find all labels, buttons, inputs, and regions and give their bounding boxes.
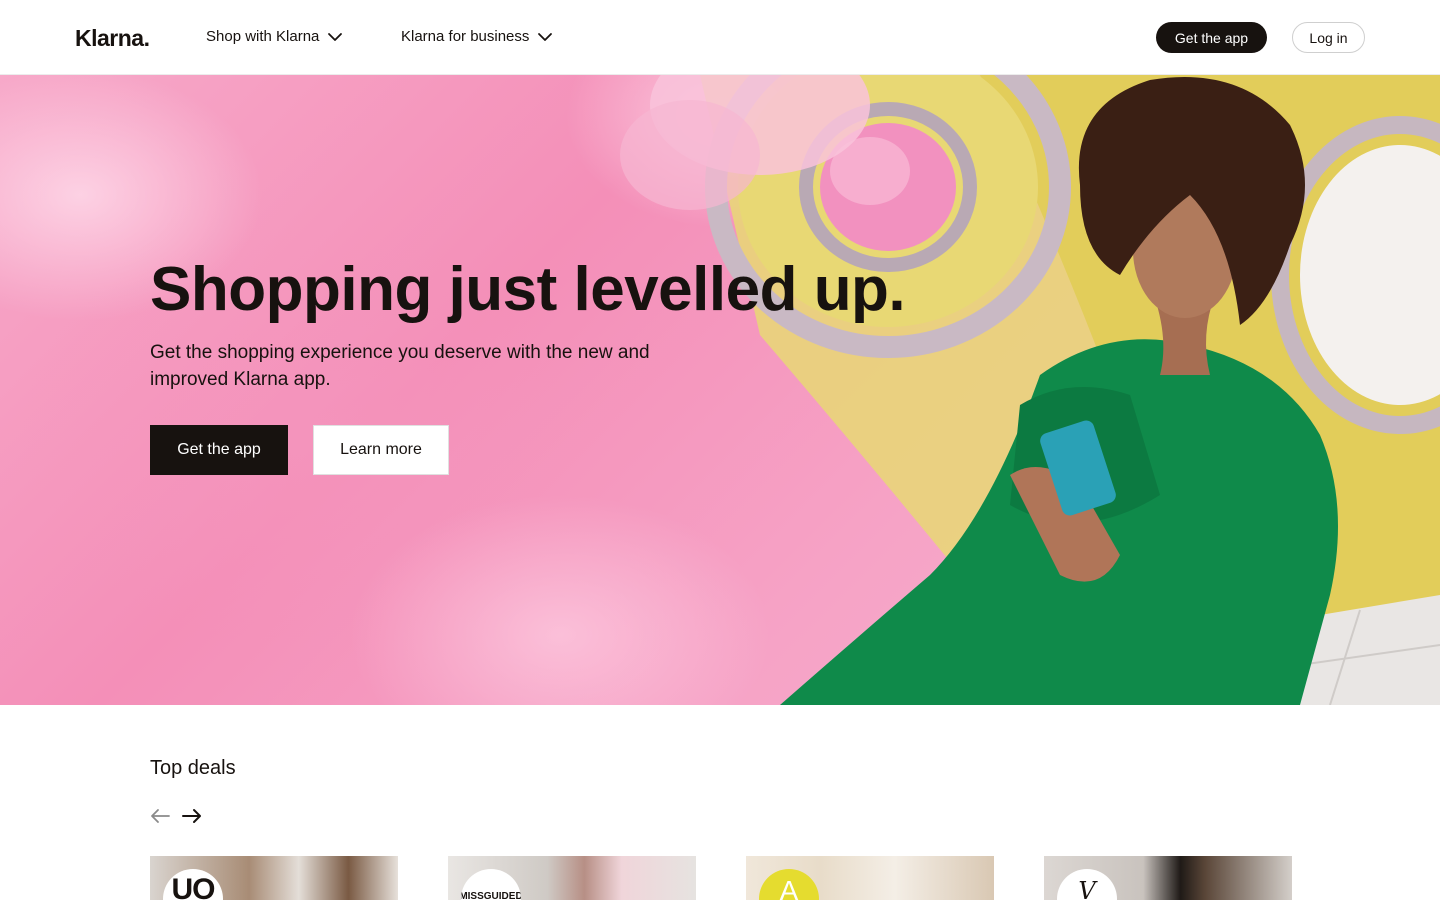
deal-card[interactable]: MISSGUIDED: [448, 856, 696, 900]
top-deals-heading: Top deals: [150, 757, 236, 779]
hero-subtitle: Get the shopping experience you deserve …: [150, 342, 650, 390]
site-header: Klarna. Shop with Klarna Klarna for busi…: [0, 0, 1440, 75]
chevron-down-icon: [328, 33, 343, 41]
chevron-down-icon: [538, 33, 553, 41]
nav-shop-with-klarna[interactable]: Shop with Klarna: [206, 27, 344, 47]
login-button[interactable]: Log in: [1292, 22, 1365, 53]
deal-card[interactable]: A: [746, 856, 994, 900]
nav-business-label: Klarna for business: [401, 28, 530, 45]
deal-card[interactable]: V: [1044, 856, 1292, 900]
arrow-right-icon[interactable]: [180, 804, 204, 828]
hero-get-the-app-button[interactable]: Get the app: [150, 425, 288, 475]
klarna-logo[interactable]: Klarna.: [75, 25, 150, 51]
nav-shop-label: Shop with Klarna: [206, 28, 320, 45]
brand-logo: UO: [163, 869, 223, 900]
nav-klarna-for-business[interactable]: Klarna for business: [401, 27, 554, 47]
hero-learn-more-button[interactable]: Learn more: [313, 425, 449, 475]
brand-logo: V: [1057, 869, 1117, 900]
header-get-the-app-button[interactable]: Get the app: [1156, 22, 1267, 53]
deal-card[interactable]: UO: [150, 856, 398, 900]
hero-title: Shopping just levelled up.: [150, 255, 906, 324]
hero-banner: Shopping just levelled up. Get the shopp…: [0, 75, 1440, 705]
arrow-left-icon[interactable]: [148, 804, 172, 828]
brand-logo: MISSGUIDED: [461, 869, 521, 900]
brand-logo: A: [759, 869, 819, 900]
